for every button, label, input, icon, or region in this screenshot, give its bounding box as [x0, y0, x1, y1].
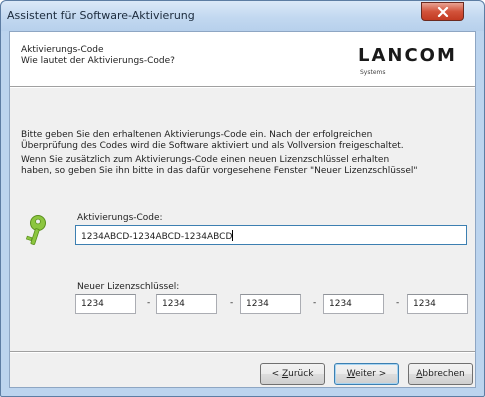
wizard-client-area: Aktivierungs-Code Wie lautet der Aktivie…: [9, 31, 476, 388]
activation-code-input[interactable]: 1234ABCD-1234ABCD-1234ABCD: [75, 225, 467, 245]
back-button[interactable]: < Zurück: [260, 363, 325, 385]
page-title: Aktivierungs-Code: [21, 45, 104, 55]
page-subtitle: Wie lautet der Aktivierungs-Code?: [21, 56, 175, 66]
logo-subtext: Systems: [360, 69, 386, 76]
instruction-line-4: haben, so geben Sie ihn bitte in das daf…: [21, 166, 418, 176]
wizard-body: Bitte geben Sie den erhaltenen Aktivieru…: [10, 88, 475, 351]
back-button-prefix: <: [271, 369, 282, 379]
close-button[interactable]: [421, 2, 464, 21]
instruction-line-2: Überprüfung des Codes wird die Software …: [21, 141, 404, 151]
window-title: Assistent für Software-Aktivierung: [7, 9, 195, 22]
license-key-value-4: 1234: [329, 299, 352, 309]
license-key-value-5: 1234: [413, 299, 436, 309]
activation-code-label: Aktivierungs-Code:: [77, 213, 163, 223]
title-bar[interactable]: Assistent für Software-Aktivierung: [1, 1, 484, 31]
activation-code-value: 1234ABCD-1234ABCD-1234ABCD: [81, 232, 233, 242]
key-icon: [26, 215, 46, 245]
back-button-label: urück: [288, 369, 314, 379]
license-key-field-2[interactable]: 1234: [156, 294, 217, 314]
close-icon: [437, 7, 449, 17]
license-key-value-2: 1234: [162, 299, 185, 309]
license-key-value-3: 1234: [246, 299, 269, 309]
wizard-footer: < Zurück Weiter > Abbrechen: [10, 353, 475, 387]
next-button-label: eiter >: [355, 369, 387, 379]
license-key-field-1[interactable]: 1234: [75, 294, 136, 314]
license-separator-2: -: [230, 298, 234, 308]
instruction-line-3: Wenn Sie zusätzlich zum Aktivierungs-Cod…: [21, 155, 390, 165]
text-caret: [232, 230, 234, 241]
license-key-label: Neuer Lizenzschlüssel:: [77, 282, 180, 292]
next-button-mnemonic: W: [346, 369, 356, 379]
instruction-line-1: Bitte geben Sie den erhaltenen Aktivieru…: [21, 130, 373, 140]
license-key-field-4[interactable]: 1234: [323, 294, 384, 314]
next-button[interactable]: Weiter >: [334, 363, 399, 385]
license-separator-3: -: [313, 298, 317, 308]
license-key-field-3[interactable]: 1234: [240, 294, 301, 314]
logo-text: LANCOM: [358, 45, 457, 66]
cancel-button[interactable]: Abbrechen: [408, 363, 473, 385]
cancel-button-label: bbrechen: [422, 369, 465, 379]
license-key-field-5[interactable]: 1234: [407, 294, 468, 314]
license-key-value-1: 1234: [81, 299, 104, 309]
wizard-window: Assistent für Software-Aktivierung Aktiv…: [0, 0, 485, 397]
wizard-header: Aktivierungs-Code Wie lautet der Aktivie…: [10, 32, 475, 86]
license-separator-4: -: [396, 298, 400, 308]
license-separator-1: -: [147, 298, 151, 308]
lancom-logo: LANCOM Systems: [358, 45, 468, 81]
